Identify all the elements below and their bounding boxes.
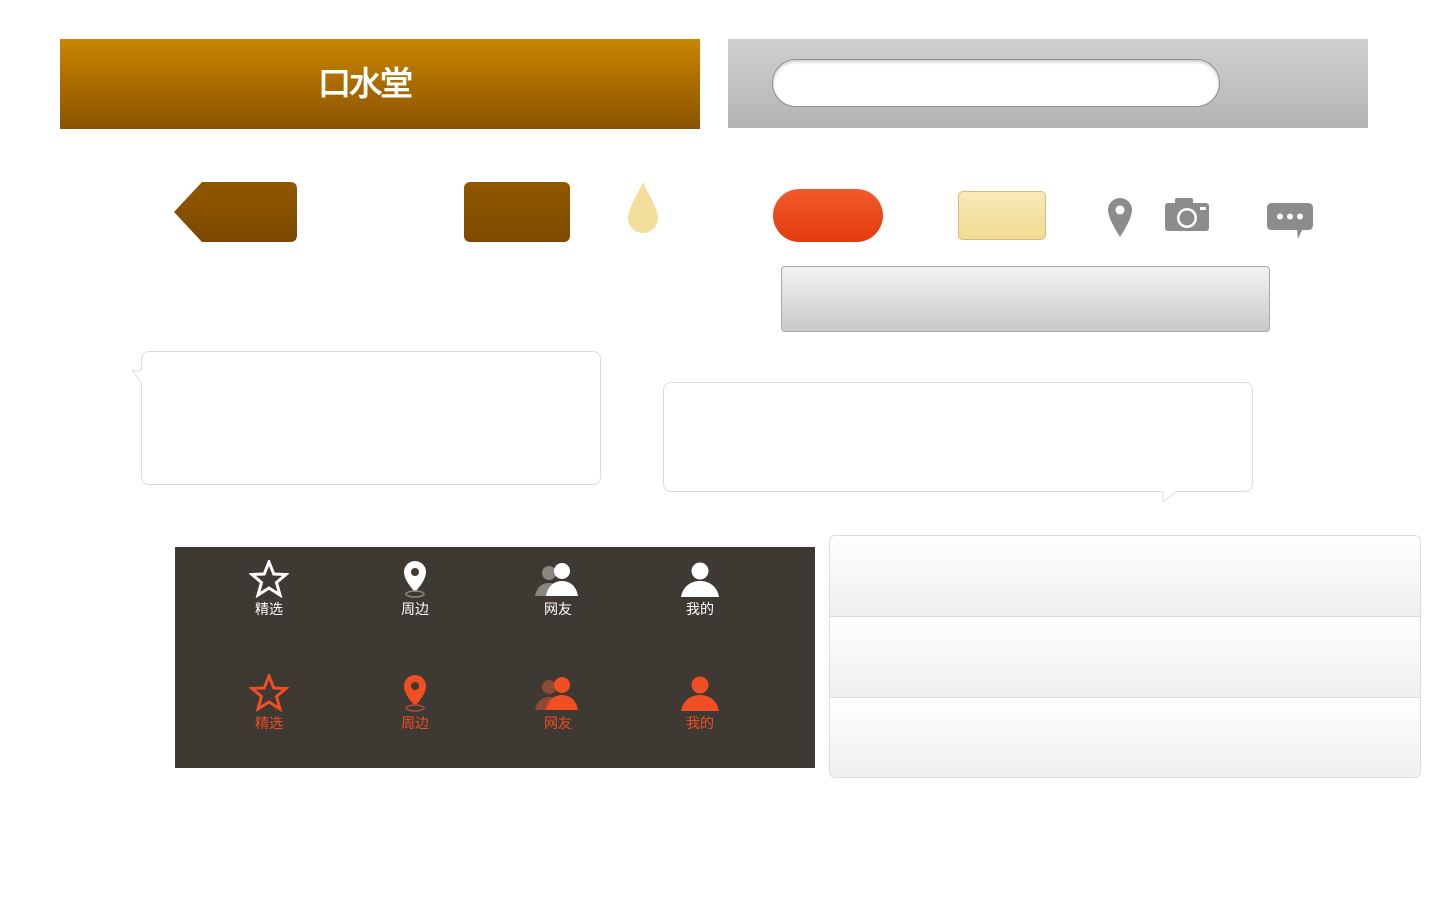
user-icon [681,562,719,597]
tab-friends-active[interactable]: 网友 [518,674,598,744]
back-button[interactable] [174,182,298,243]
tab-nearby-active-label: 周边 [401,716,429,732]
star-icon [249,560,289,598]
list-item[interactable] [830,617,1420,698]
speech-bubble-left-tail [131,366,143,385]
tab-bar-panel: 精选 周边 网友 我的 精选 周边 网友 我的 [175,547,815,768]
tab-me-label: 我的 [686,602,714,618]
location-pin-icon [404,675,426,712]
camera-icon[interactable] [1163,197,1211,233]
friends-icon [535,563,578,596]
drop-icon [628,182,658,233]
tab-me-active[interactable]: 我的 [660,674,740,744]
tab-featured-label: 精选 [255,602,283,618]
search-bar [728,39,1368,128]
speech-bubble-right-tail [1162,491,1177,504]
tab-nearby-active[interactable]: 周边 [375,674,455,744]
brand-header-bar: 口水堂 [60,39,700,129]
brand-title: 口水堂 [318,64,413,103]
list-item[interactable] [830,536,1420,617]
tab-me[interactable]: 我的 [660,560,740,630]
tab-featured-active-label: 精选 [255,716,283,732]
chat-bubble-icon[interactable] [1266,202,1316,242]
tab-friends-active-label: 网友 [544,716,572,732]
location-pin-icon [404,561,426,598]
grouped-list [829,535,1421,778]
grey-wide-button[interactable] [781,266,1270,332]
red-pill-button[interactable] [773,189,883,242]
user-icon [681,676,719,711]
speech-bubble-right [663,382,1253,492]
tab-friends[interactable]: 网友 [518,560,598,630]
tab-featured-active[interactable]: 精选 [229,674,309,744]
speech-bubble-left [141,351,601,485]
location-pin-icon[interactable] [1106,197,1134,239]
tab-nearby-label: 周边 [401,602,429,618]
yellow-button[interactable] [958,191,1046,240]
tab-friends-label: 网友 [544,602,572,618]
tab-nearby[interactable]: 周边 [375,560,455,630]
star-icon [249,674,289,712]
brown-button[interactable] [464,182,570,242]
list-item[interactable] [830,698,1420,777]
tab-me-active-label: 我的 [686,716,714,732]
tab-featured[interactable]: 精选 [229,560,309,630]
friends-icon [535,677,578,710]
search-input[interactable] [772,59,1220,107]
